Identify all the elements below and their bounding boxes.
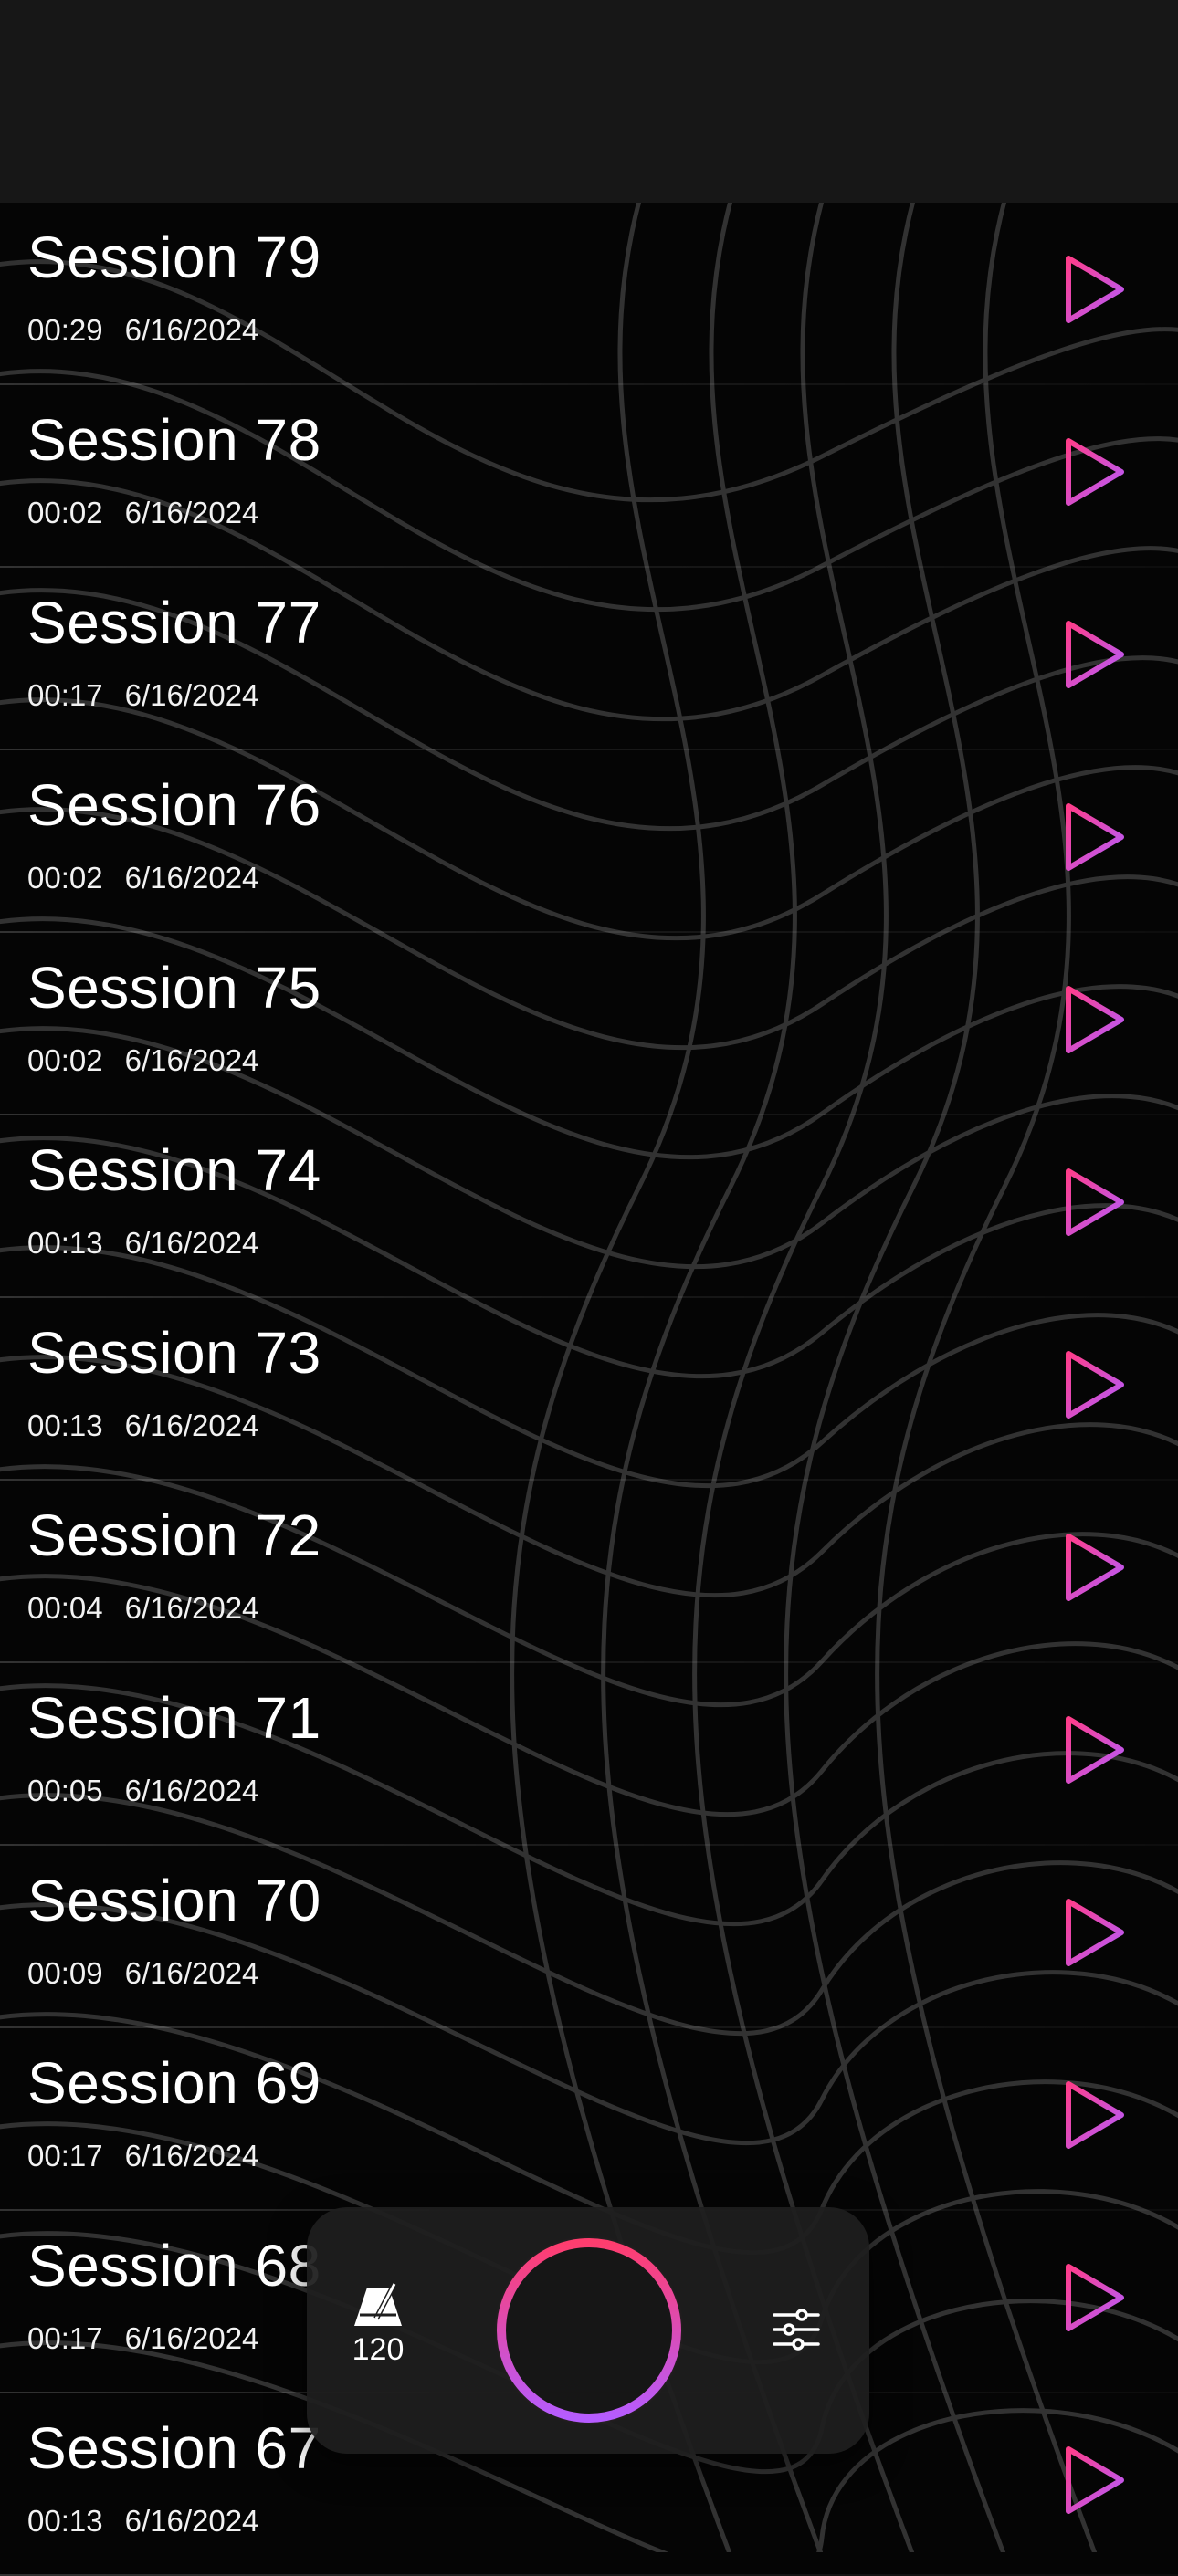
play-icon[interactable] [1063,435,1127,508]
session-title: Session 69 [27,2050,321,2116]
session-row[interactable]: Session 72 00:04 6/16/2024 [0,1481,1178,1663]
metronome-button[interactable]: 120 [342,2280,415,2366]
session-date: 6/16/2024 [124,1774,259,1807]
play-icon[interactable] [1063,253,1127,326]
recording-dock: 120 [307,2207,869,2454]
top-bar [0,0,1178,203]
session-row[interactable]: Session 78 00:02 6/16/2024 [0,385,1178,568]
play-icon[interactable] [1063,618,1127,691]
session-date: 6/16/2024 [124,496,259,529]
session-title: Session 74 [27,1137,321,1203]
session-meta: 00:17 6/16/2024 [27,2320,258,2357]
session-date: 6/16/2024 [124,2139,259,2173]
session-date: 6/16/2024 [124,2321,259,2355]
session-title: Session 70 [27,1868,321,1933]
session-meta: 00:29 6/16/2024 [27,312,258,349]
session-row[interactable]: Session 79 00:29 6/16/2024 [0,203,1178,385]
session-duration: 00:17 [27,2139,103,2173]
play-icon[interactable] [1063,1166,1127,1239]
session-title: Session 75 [27,955,321,1021]
session-duration: 00:09 [27,1956,103,1990]
session-title: Session 76 [27,772,321,838]
play-icon[interactable] [1063,801,1127,874]
play-icon[interactable] [1063,1531,1127,1604]
play-icon[interactable] [1063,2261,1127,2334]
session-date: 6/16/2024 [124,1591,259,1625]
session-date: 6/16/2024 [124,1043,259,1077]
session-meta: 00:02 6/16/2024 [27,860,258,896]
session-title: Session 68 [27,2233,321,2299]
session-meta: 00:04 6/16/2024 [27,1590,258,1627]
session-duration: 00:02 [27,496,103,529]
session-meta: 00:13 6/16/2024 [27,2503,258,2539]
session-row[interactable]: Session 76 00:02 6/16/2024 [0,750,1178,933]
play-icon[interactable] [1063,1896,1127,1969]
session-title: Session 77 [27,590,321,655]
session-row[interactable]: Session 77 00:17 6/16/2024 [0,568,1178,750]
session-date: 6/16/2024 [124,1226,259,1260]
session-date: 6/16/2024 [124,313,259,347]
session-title: Session 79 [27,225,321,290]
play-icon[interactable] [1063,2444,1127,2517]
session-duration: 00:05 [27,1774,103,1807]
session-date: 6/16/2024 [124,2504,259,2538]
session-meta: 00:17 6/16/2024 [27,2138,258,2174]
metronome-icon [354,2282,402,2326]
session-meta: 00:09 6/16/2024 [27,1955,258,1992]
session-title: Session 72 [27,1503,321,1568]
session-title: Session 67 [27,2415,321,2481]
session-meta: 00:13 6/16/2024 [27,1408,258,1444]
play-icon[interactable] [1063,983,1127,1056]
session-title: Session 71 [27,1685,321,1751]
session-date: 6/16/2024 [124,678,259,712]
session-meta: 00:05 6/16/2024 [27,1773,258,1809]
session-meta: 00:17 6/16/2024 [27,677,258,714]
session-title: Session 73 [27,1320,321,1386]
session-duration: 00:29 [27,313,103,347]
session-duration: 00:17 [27,2321,103,2355]
play-icon[interactable] [1063,2079,1127,2152]
session-row[interactable]: Session 71 00:05 6/16/2024 [0,1663,1178,1846]
session-meta: 00:02 6/16/2024 [27,495,258,531]
session-duration: 00:02 [27,861,103,895]
session-duration: 00:13 [27,1226,103,1260]
session-title: Session 78 [27,407,321,473]
session-row[interactable]: Session 70 00:09 6/16/2024 [0,1846,1178,2028]
session-row[interactable]: Session 74 00:13 6/16/2024 [0,1115,1178,1298]
session-duration: 00:02 [27,1043,103,1077]
session-duration: 00:17 [27,678,103,712]
session-duration: 00:13 [27,2504,103,2538]
session-date: 6/16/2024 [124,1408,259,1442]
play-icon[interactable] [1063,1348,1127,1421]
session-row[interactable]: Session 69 00:17 6/16/2024 [0,2028,1178,2211]
session-duration: 00:04 [27,1591,103,1625]
session-meta: 00:02 6/16/2024 [27,1042,258,1079]
session-row[interactable]: Session 75 00:02 6/16/2024 [0,933,1178,1115]
record-button[interactable] [493,2235,685,2426]
session-row[interactable]: Session 73 00:13 6/16/2024 [0,1298,1178,1481]
session-duration: 00:13 [27,1408,103,1442]
sliders-icon[interactable] [771,2304,822,2355]
play-icon[interactable] [1063,1713,1127,1786]
session-date: 6/16/2024 [124,1956,259,1990]
tempo-value: 120 [352,2332,405,2367]
session-meta: 00:13 6/16/2024 [27,1225,258,1262]
session-date: 6/16/2024 [124,861,259,895]
